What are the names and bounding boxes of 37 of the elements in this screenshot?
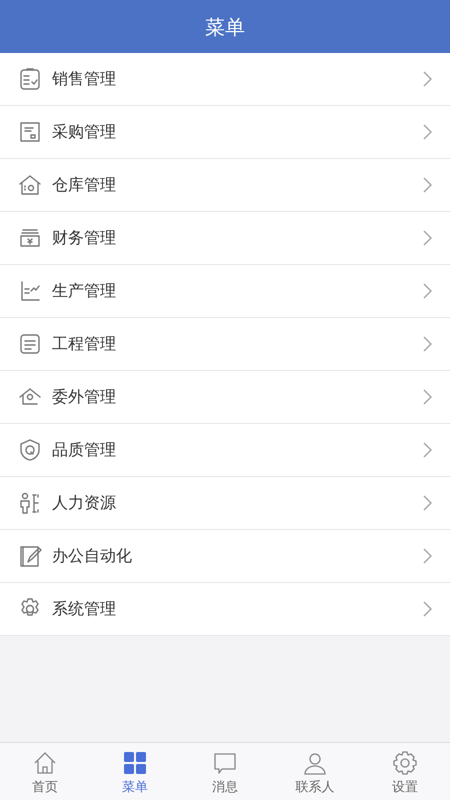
pencil-icon [18, 544, 42, 568]
header-title: 菜单 [205, 14, 245, 40]
chevron-icon [422, 601, 432, 617]
menu-item[interactable]: 财务管理 [0, 212, 450, 265]
menu-item[interactable]: 人力资源 [0, 477, 450, 530]
menu-item[interactable]: 采购管理 [0, 106, 450, 159]
menu-item[interactable]: 系统管理 [0, 583, 450, 636]
menu-item[interactable]: 销售管理 [0, 53, 450, 106]
chevron-icon [422, 336, 432, 352]
form-icon [18, 120, 42, 144]
menu-item[interactable]: 委外管理 [0, 371, 450, 424]
grid-icon [122, 750, 148, 776]
tab[interactable]: 菜单 [90, 743, 180, 800]
home-icon [32, 750, 58, 776]
chevron-icon [422, 71, 432, 87]
chevron-icon [422, 495, 432, 511]
menu-item[interactable]: 品质管理 [0, 424, 450, 477]
chevron-icon [422, 283, 432, 299]
tab[interactable]: 联系人 [270, 743, 360, 800]
clipboard-icon [18, 67, 42, 91]
chevron-icon [422, 548, 432, 564]
chevron-icon [422, 389, 432, 405]
menu-item[interactable]: 办公自动化 [0, 530, 450, 583]
chevron-icon [422, 230, 432, 246]
chevron-icon [422, 177, 432, 193]
chevron-icon [422, 124, 432, 140]
document-icon [18, 332, 42, 356]
tab[interactable]: 设置 [360, 743, 450, 800]
menu-item[interactable]: 仓库管理 [0, 159, 450, 212]
shield-icon [18, 438, 42, 462]
settings-icon [392, 750, 418, 776]
tab[interactable]: 首页 [0, 743, 90, 800]
menu-item[interactable]: 生产管理 [0, 265, 450, 318]
tab[interactable]: 消息 [180, 743, 270, 800]
menu-item[interactable]: 工程管理 [0, 318, 450, 371]
house-gear-icon [18, 173, 42, 197]
chevron-icon [422, 442, 432, 458]
